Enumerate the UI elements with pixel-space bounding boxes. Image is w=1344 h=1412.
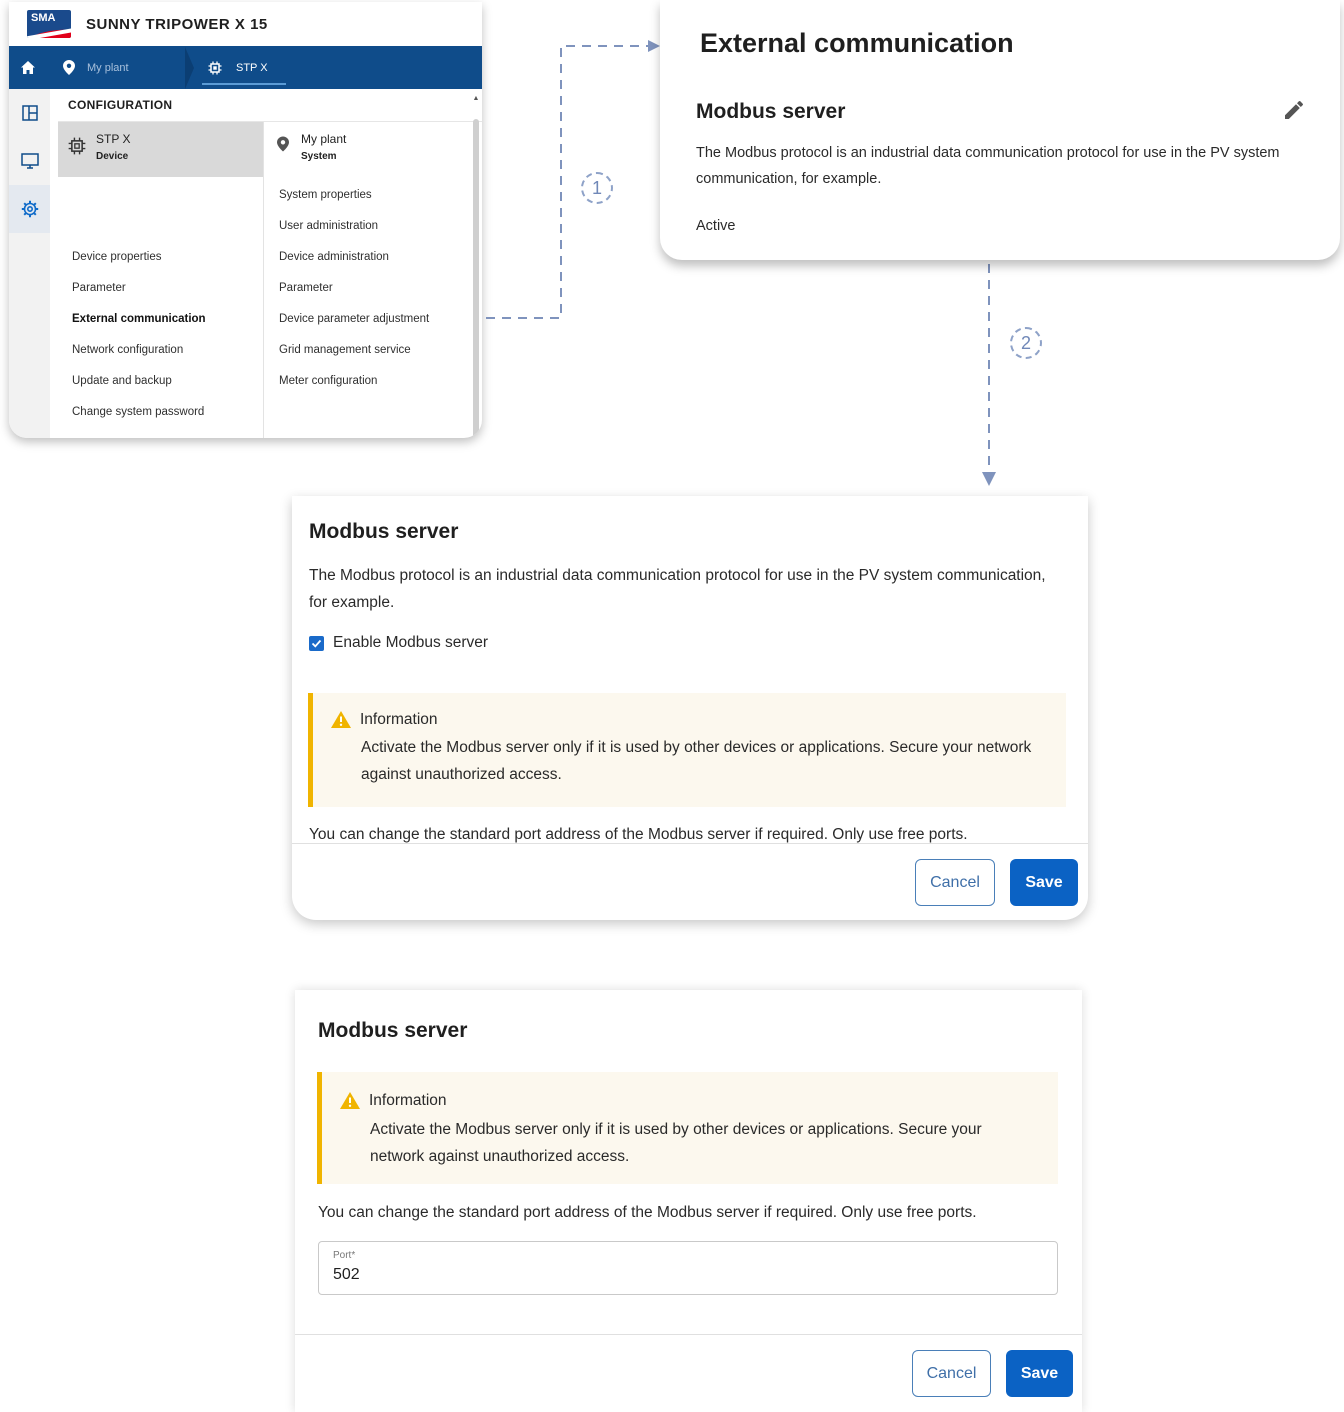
connector-step-2 xyxy=(982,264,996,486)
gear-icon xyxy=(21,200,38,218)
device-menu: Device properties Parameter External com… xyxy=(58,242,263,428)
scroll-up-arrow-icon[interactable]: ▲ xyxy=(472,95,480,102)
breadcrumb-plant[interactable]: My plant xyxy=(47,46,185,89)
location-pin-icon xyxy=(63,60,75,75)
app-header: SMA SUNNY TRIPOWER X 15 xyxy=(9,2,482,46)
warning-icon xyxy=(331,711,351,728)
section-description: The Modbus protocol is an industrial dat… xyxy=(696,145,1280,187)
section-title: Modbus server xyxy=(696,100,846,123)
information-box: Information Activate the Modbus server o… xyxy=(317,1072,1058,1184)
home-icon xyxy=(21,61,35,74)
menu-update-backup[interactable]: Update and backup xyxy=(58,366,263,397)
cancel-button[interactable]: Cancel xyxy=(912,1350,991,1397)
menu-grid-management-service[interactable]: Grid management service xyxy=(265,335,471,366)
checkmark-icon xyxy=(311,639,322,648)
location-pin-icon xyxy=(277,136,289,152)
menu-network-configuration[interactable]: Network configuration xyxy=(58,335,263,366)
home-button[interactable] xyxy=(9,60,47,75)
information-heading: Information xyxy=(339,1091,447,1110)
side-rail xyxy=(9,89,50,438)
save-button[interactable]: Save xyxy=(1010,859,1078,906)
page-title: External communication xyxy=(700,28,1014,58)
dialog-description: The Modbus protocol is an industrial dat… xyxy=(309,567,1046,611)
information-heading: Information xyxy=(330,710,438,729)
device-type: Device xyxy=(96,151,129,162)
information-text: Activate the Modbus server only if it is… xyxy=(370,1121,982,1165)
app-title: SUNNY TRIPOWER X 15 xyxy=(86,15,268,33)
menu-system-properties[interactable]: System properties xyxy=(265,180,471,211)
chip-icon xyxy=(68,137,86,155)
scrollbar[interactable]: ▲ xyxy=(472,95,480,438)
breadcrumb-separator xyxy=(185,46,194,89)
chip-icon xyxy=(208,61,222,74)
rail-monitor[interactable] xyxy=(9,137,50,185)
sma-app-window: SMA SUNNY TRIPOWER X 15 My plant STP X C… xyxy=(9,2,482,438)
system-menu: System properties User administration De… xyxy=(265,180,471,397)
port-hint: You can change the standard port address… xyxy=(309,826,968,843)
modbus-port-dialog: Modbus server Information Activate the M… xyxy=(295,990,1082,1412)
menu-meter-configuration[interactable]: Meter configuration xyxy=(265,366,471,397)
menu-device-parameter[interactable]: Parameter xyxy=(58,273,263,304)
save-button[interactable]: Save xyxy=(1006,1350,1073,1397)
enable-modbus-checkbox[interactable] xyxy=(309,635,324,651)
information-text: Activate the Modbus server only if it is… xyxy=(361,739,1032,783)
connector-step-1 xyxy=(486,40,660,319)
device-card[interactable]: STP X Device xyxy=(58,122,263,177)
port-label: Port* xyxy=(333,1250,356,1261)
port-value[interactable]: 502 xyxy=(333,1266,360,1284)
information-title: Information xyxy=(369,1091,447,1109)
menu-device-parameter-adjustment[interactable]: Device parameter adjustment xyxy=(265,304,471,335)
warning-icon xyxy=(340,1092,360,1109)
port-hint: You can change the standard port address… xyxy=(318,1204,977,1221)
monitor-icon xyxy=(20,153,39,169)
system-card[interactable]: My plant System xyxy=(265,122,471,177)
menu-device-properties[interactable]: Device properties xyxy=(58,242,263,273)
scrollbar-thumb[interactable] xyxy=(473,119,479,438)
status-text: Active xyxy=(696,218,736,234)
step-1-marker: 1 xyxy=(581,172,613,204)
dialog-title: Modbus server xyxy=(309,520,459,543)
cancel-button[interactable]: Cancel xyxy=(915,859,995,906)
edit-pencil-icon[interactable] xyxy=(1282,98,1306,122)
step-2-marker: 2 xyxy=(1010,327,1042,359)
external-communication-card: External communication Modbus server The… xyxy=(660,0,1340,260)
enable-modbus-checkbox-row[interactable]: Enable Modbus server xyxy=(309,634,488,652)
system-type: System xyxy=(301,151,337,162)
system-name: My plant xyxy=(301,132,347,146)
modbus-enable-dialog: Modbus server The Modbus protocol is an … xyxy=(292,496,1088,920)
device-column: STP X Device Device properties Parameter… xyxy=(58,122,264,438)
system-column: My plant System System properties User a… xyxy=(265,122,471,438)
menu-device-administration[interactable]: Device administration xyxy=(265,242,471,273)
information-box: Information Activate the Modbus server o… xyxy=(308,693,1066,807)
rail-settings[interactable] xyxy=(9,185,50,233)
rail-dashboard[interactable] xyxy=(9,89,50,137)
breadcrumb-device-label: STP X xyxy=(236,61,268,74)
breadcrumb-plant-label: My plant xyxy=(87,61,129,74)
breadcrumb-device[interactable]: STP X xyxy=(200,46,286,89)
footer-divider xyxy=(292,843,1088,844)
dialog-title: Modbus server xyxy=(318,1019,468,1042)
footer-divider xyxy=(295,1334,1082,1335)
menu-system-parameter[interactable]: Parameter xyxy=(265,273,471,304)
menu-external-communication[interactable]: External communication xyxy=(58,304,263,335)
logo-text: SMA xyxy=(31,12,56,24)
menu-user-administration[interactable]: User administration xyxy=(265,211,471,242)
configuration-panel: CONFIGURATION STP X Device Device proper… xyxy=(58,89,482,438)
port-input[interactable]: Port* 502 xyxy=(318,1241,1058,1295)
information-title: Information xyxy=(360,710,438,728)
menu-change-password[interactable]: Change system password xyxy=(58,397,263,428)
enable-modbus-label: Enable Modbus server xyxy=(333,634,489,651)
device-name: STP X xyxy=(96,132,131,146)
navbar: My plant STP X xyxy=(9,46,482,89)
configuration-heading: CONFIGURATION xyxy=(58,89,482,122)
dashboard-icon xyxy=(21,105,38,121)
sma-logo: SMA xyxy=(27,10,71,38)
